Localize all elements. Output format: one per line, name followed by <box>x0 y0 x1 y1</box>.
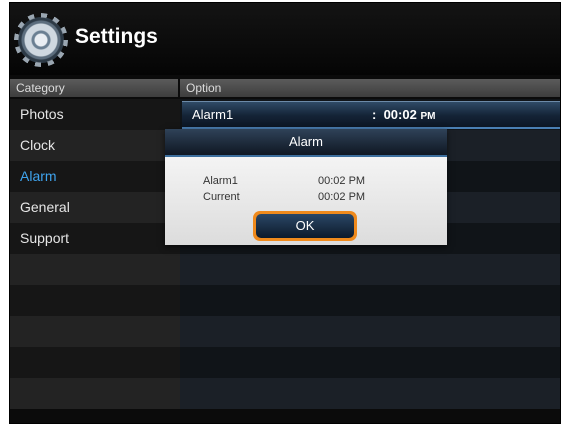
header: Settings <box>10 3 560 75</box>
option-row <box>180 254 560 285</box>
category-empty <box>10 316 180 347</box>
gear-icon <box>18 17 64 63</box>
dialog-body: Alarm1 00:02 PM Current 00:02 PM OK <box>165 157 447 245</box>
option-alarm1-row[interactable]: Alarm1 : 00:02 PM <box>182 101 560 129</box>
alarm-ampm: PM <box>420 111 436 122</box>
option-column-header: Option <box>180 79 560 97</box>
option-alarm1-label: Alarm1 <box>192 107 234 122</box>
option-row <box>180 378 560 409</box>
option-row <box>180 285 560 316</box>
category-empty <box>10 254 180 285</box>
ok-button[interactable]: OK <box>253 211 357 241</box>
category-empty <box>10 347 180 378</box>
category-column-header: Category <box>10 79 178 97</box>
page-title: Settings <box>75 25 158 48</box>
category-alarm[interactable]: Alarm <box>10 161 180 192</box>
dialog-current-value: 00:02 PM <box>318 191 366 203</box>
dialog-alarm1-value: 00:02 PM <box>318 175 366 187</box>
category-general[interactable]: General <box>10 192 180 223</box>
category-support[interactable]: Support <box>10 223 180 254</box>
ok-button-label: OK <box>256 214 354 238</box>
dialog-alarm1-label: Alarm1 <box>203 175 238 187</box>
category-clock[interactable]: Clock <box>10 130 180 161</box>
alarm-time: 00:02 <box>383 107 417 122</box>
dialog-current-label: Current <box>203 191 240 203</box>
option-alarm1-value: : 00:02 PM <box>372 107 435 122</box>
time-separator: : <box>372 107 377 122</box>
category-empty <box>10 285 180 316</box>
alarm-dialog: Alarm Alarm1 00:02 PM Current 00:02 PM O… <box>165 129 447 245</box>
dialog-title: Alarm <box>165 129 447 157</box>
settings-window: Settings Category Option Photos Clock Al… <box>9 2 561 424</box>
category-empty <box>10 378 180 409</box>
option-row <box>180 316 560 347</box>
option-row <box>180 347 560 378</box>
category-photos[interactable]: Photos <box>10 99 180 130</box>
